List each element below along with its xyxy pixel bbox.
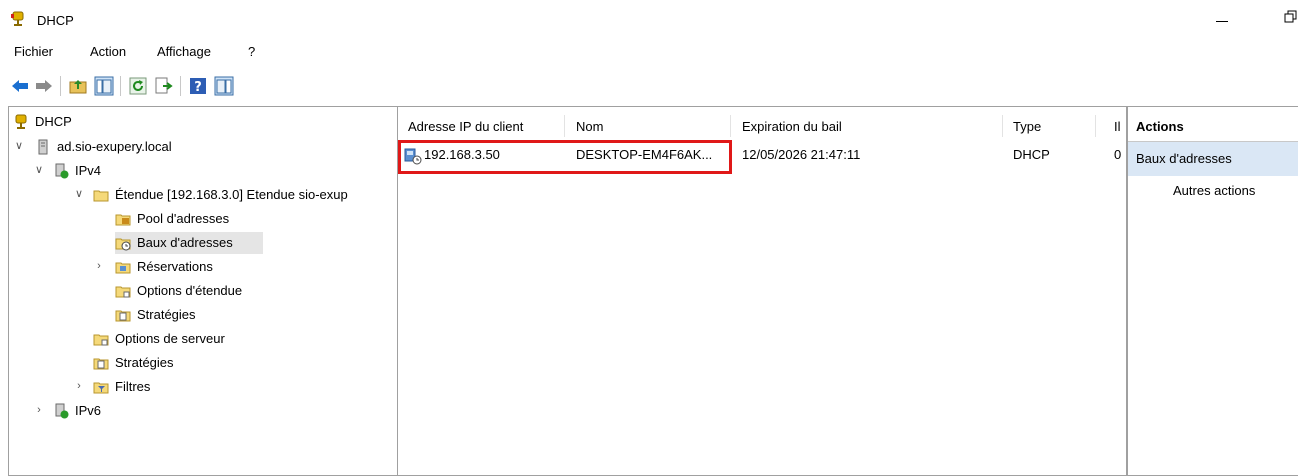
actions-title: Actions [1136, 119, 1184, 134]
lease-expiration: 12/05/2026 21:47:11 [742, 147, 861, 162]
tree-item-scope-policies[interactable]: Stratégies [9, 304, 389, 326]
tree-item-filters[interactable]: › Filtres [9, 376, 389, 398]
chevron-right-icon[interactable]: › [93, 259, 105, 273]
tree-item-ipv6[interactable]: › IPv6 [9, 400, 389, 422]
back-icon[interactable] [10, 76, 30, 96]
actions-header: Actions [1128, 107, 1298, 142]
column-header-ip[interactable]: Adresse IP du client [408, 119, 523, 134]
column-separator[interactable] [1002, 115, 1003, 137]
policies-icon [115, 310, 131, 322]
column-header-type[interactable]: Type [1013, 119, 1041, 134]
window-title: DHCP [37, 13, 74, 28]
dhcp-app-icon [11, 11, 24, 26]
highlight-annotation [398, 140, 732, 174]
lease-extra: 0 [1114, 147, 1122, 162]
tree-label: Étendue [192.168.3.0] Etendue sio-exup [115, 187, 348, 202]
server-options-icon [93, 334, 109, 346]
reservations-icon [115, 262, 131, 274]
more-actions-link[interactable]: Autres actions [1173, 183, 1255, 198]
tree-item-scope[interactable]: ∨ Étendue [192.168.3.0] Etendue sio-exup [9, 184, 389, 206]
title-bar: DHCP [0, 0, 1298, 38]
column-header-extra[interactable]: Il [1114, 119, 1126, 134]
show-hide-action-pane-icon[interactable] [214, 76, 234, 96]
folder-icon [93, 190, 109, 202]
lease-type: DHCP [1013, 147, 1050, 162]
chevron-down-icon[interactable]: ∨ [73, 187, 85, 201]
tree-item-reservations[interactable]: › Réservations [9, 256, 389, 278]
filter-icon [93, 382, 109, 394]
menu-help[interactable]: ? [248, 44, 255, 59]
actions-section-label: Baux d'adresses [1136, 151, 1232, 166]
tree-label: Réservations [137, 259, 213, 274]
export-list-icon[interactable] [154, 76, 174, 96]
chevron-right-icon[interactable]: › [73, 379, 85, 393]
toolbar-separator [180, 76, 181, 96]
toolbar-separator [60, 76, 61, 96]
column-header-expiration[interactable]: Expiration du bail [742, 119, 842, 134]
toolbar: ? [0, 66, 1298, 106]
tree-label: Pool d'adresses [137, 211, 230, 226]
tree-label: IPv4 [75, 163, 102, 178]
tree-item-ipv4[interactable]: ∨ IPv4 [9, 160, 389, 182]
column-separator[interactable] [564, 115, 565, 137]
tree-label: Options de serveur [115, 331, 225, 346]
policies-icon [93, 358, 109, 370]
menu-fichier[interactable]: Fichier [14, 44, 53, 59]
tree-label: Stratégies [115, 355, 174, 370]
tree-label: Stratégies [137, 307, 196, 322]
refresh-icon[interactable] [128, 76, 148, 96]
console-tree-pane: DHCP ∨ ad.sio-exupery.local ∨ IPv4 ∨ Éte… [8, 106, 398, 476]
ipv4-icon [55, 163, 69, 179]
tree-label: DHCP [35, 114, 72, 129]
menu-affichage[interactable]: Affichage [157, 44, 211, 59]
chevron-down-icon[interactable]: ∨ [33, 163, 45, 177]
chevron-down-icon[interactable]: ∨ [13, 139, 25, 153]
server-icon [38, 139, 48, 155]
svg-text:?: ? [194, 80, 202, 95]
tree-item-pool[interactable]: Pool d'adresses [9, 208, 389, 230]
column-separator[interactable] [1095, 115, 1096, 137]
menu-action[interactable]: Action [90, 44, 126, 59]
show-hide-tree-icon[interactable] [94, 76, 114, 96]
help-icon[interactable]: ? [188, 76, 208, 96]
tree-item-server[interactable]: ∨ ad.sio-exupery.local [9, 136, 389, 158]
menu-bar: Fichier Action Affichage ? [0, 38, 1298, 62]
dhcp-icon [15, 114, 27, 129]
tree-item-dhcp[interactable]: DHCP [9, 111, 389, 133]
scope-options-icon [115, 286, 131, 298]
address-leases-icon [115, 238, 131, 251]
column-header-name[interactable]: Nom [576, 119, 603, 134]
minimize-icon[interactable] [1212, 8, 1232, 28]
toolbar-separator [120, 76, 121, 96]
address-pool-icon [115, 214, 131, 226]
restore-icon[interactable] [1284, 10, 1298, 24]
tree-item-server-options[interactable]: Options de serveur [9, 328, 389, 350]
up-folder-icon[interactable] [68, 76, 88, 96]
tree-item-leases[interactable]: Baux d'adresses [115, 232, 263, 254]
ipv6-icon [55, 403, 69, 419]
forward-icon[interactable] [34, 76, 54, 96]
actions-pane: Actions Baux d'adresses Autres actions [1127, 106, 1298, 476]
tree-item-policies[interactable]: Stratégies [9, 352, 389, 374]
results-pane: Adresse IP du client Nom Expiration du b… [398, 106, 1127, 476]
tree-label: Filtres [115, 379, 151, 394]
chevron-right-icon[interactable]: › [33, 403, 45, 417]
column-separator[interactable] [730, 115, 731, 137]
tree-label: IPv6 [75, 403, 102, 418]
tree-item-scope-options[interactable]: Options d'étendue [9, 280, 389, 302]
tree-label: ad.sio-exupery.local [57, 139, 172, 154]
tree-label: Baux d'adresses [137, 235, 233, 250]
actions-section-leases[interactable]: Baux d'adresses [1128, 142, 1298, 176]
tree-label: Options d'étendue [137, 283, 243, 298]
